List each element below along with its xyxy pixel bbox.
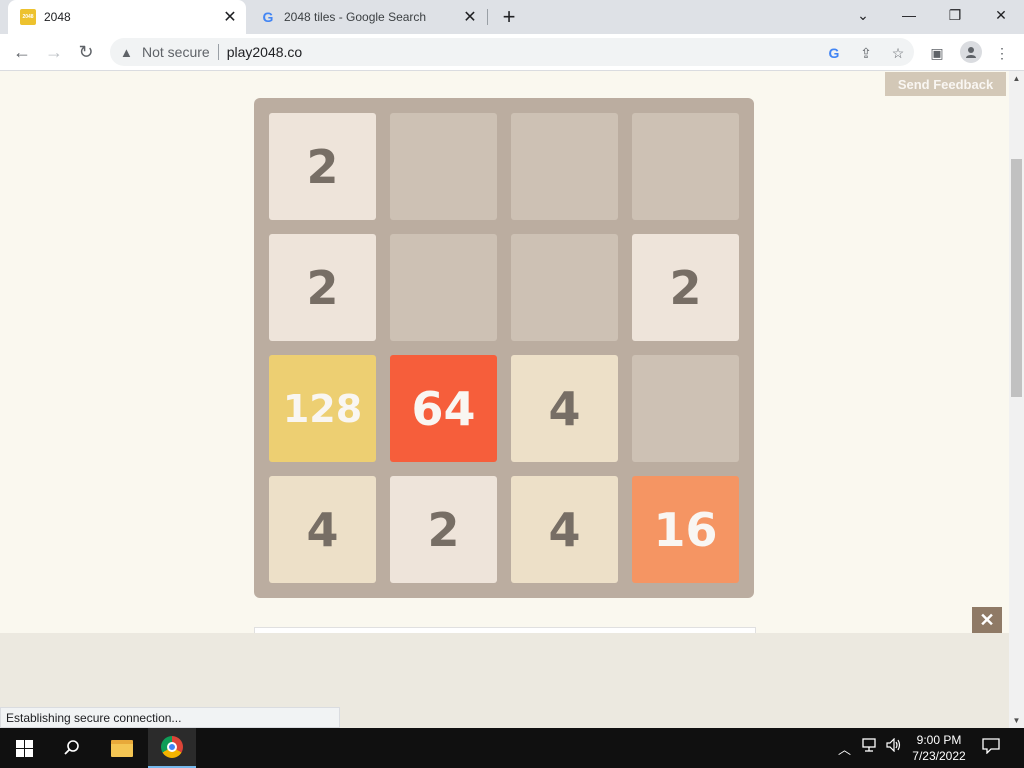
empty-cell xyxy=(511,234,618,341)
share-icon[interactable]: ⇪ xyxy=(857,44,875,62)
network-icon[interactable] xyxy=(862,738,878,755)
notifications-icon[interactable] xyxy=(982,738,1000,757)
show-hidden-icons-icon[interactable]: ︿ xyxy=(838,739,851,758)
windows-logo-icon xyxy=(15,739,33,757)
tab-google-search[interactable]: G 2048 tiles - Google Search ✕ xyxy=(250,0,486,34)
chrome-icon xyxy=(161,736,183,758)
menu-kebab-icon[interactable]: ⋮ xyxy=(993,44,1011,62)
scroll-up-arrow-icon[interactable]: ▲ xyxy=(1009,71,1024,86)
chrome-taskbar-button[interactable] xyxy=(148,728,196,768)
bookmark-star-icon[interactable]: ☆ xyxy=(889,44,907,62)
game-board[interactable]: 2 2 2 128 64 4 4 2 4 16 xyxy=(254,98,754,598)
send-feedback-button[interactable]: Send Feedback xyxy=(885,72,1006,96)
restore-button[interactable]: ❐ xyxy=(932,0,978,30)
tab-strip: 2048 2048 ✕ G 2048 tiles - Google Search… xyxy=(0,0,1024,34)
google-lens-icon[interactable]: G xyxy=(825,44,843,62)
empty-cell xyxy=(511,113,618,220)
tile-2: 2 xyxy=(632,234,739,341)
url-text[interactable]: play2048.co xyxy=(227,44,303,60)
side-panel-icon[interactable]: ▣ xyxy=(928,44,946,62)
close-window-button[interactable]: ✕ xyxy=(978,0,1024,30)
2048-favicon-icon: 2048 xyxy=(20,9,36,25)
tile-4: 4 xyxy=(511,476,618,583)
folder-icon xyxy=(111,739,133,757)
search-button[interactable] xyxy=(48,728,96,768)
scroll-thumb[interactable] xyxy=(1011,159,1022,397)
tab-separator xyxy=(487,9,488,25)
tile-4: 4 xyxy=(511,355,618,462)
tile-128: 128 xyxy=(269,355,376,462)
browser-toolbar: ← → ↻ ▲ Not secure play2048.co G ⇪ ☆ ▣ ⋮ xyxy=(0,34,1024,71)
tab-search-button[interactable]: ⌄ xyxy=(840,0,886,30)
warning-icon[interactable]: ▲ xyxy=(120,45,136,60)
tile-2: 2 xyxy=(390,476,497,583)
security-label[interactable]: Not secure xyxy=(142,44,210,60)
empty-cell xyxy=(632,355,739,462)
tile-2: 2 xyxy=(269,234,376,341)
google-favicon-icon: G xyxy=(262,9,274,25)
minimize-button[interactable]: — xyxy=(886,0,932,30)
empty-cell xyxy=(632,113,739,220)
address-bar[interactable]: ▲ Not secure play2048.co xyxy=(110,38,914,66)
tile-64: 64 xyxy=(390,355,497,462)
tab-close-icon[interactable]: ✕ xyxy=(462,9,478,26)
tab-close-icon[interactable]: ✕ xyxy=(222,9,238,26)
file-explorer-button[interactable] xyxy=(98,728,146,768)
omnibox-separator xyxy=(217,44,219,60)
profile-avatar-icon[interactable] xyxy=(960,41,982,63)
tile-16: 16 xyxy=(632,476,739,583)
start-button[interactable] xyxy=(0,728,48,768)
tab-2048[interactable]: 2048 2048 ✕ xyxy=(8,0,246,34)
back-button[interactable]: ← xyxy=(8,38,36,66)
tab-title: 2048 tiles - Google Search xyxy=(284,10,427,24)
new-tab-button[interactable]: + xyxy=(496,4,522,30)
forward-button[interactable]: → xyxy=(40,38,68,66)
clock-date: 7/23/2022 xyxy=(912,749,966,763)
empty-cell xyxy=(390,234,497,341)
empty-cell xyxy=(390,113,497,220)
system-clock[interactable]: 9:00 PM 7/23/2022 xyxy=(908,732,970,766)
clock-time: 9:00 PM xyxy=(916,733,962,747)
reload-button[interactable]: ↻ xyxy=(72,38,100,66)
tile-2: 2 xyxy=(269,113,376,220)
tile-4: 4 xyxy=(269,476,376,583)
volume-icon[interactable] xyxy=(886,737,902,755)
status-bubble: Establishing secure connection... xyxy=(0,707,340,728)
windows-taskbar: ︿ 9:00 PM 7/23/2022 xyxy=(0,728,1024,768)
close-ad-button[interactable]: ✕ xyxy=(972,607,1002,633)
page-scrollbar[interactable]: ▲ ▼ xyxy=(1009,71,1024,728)
scroll-down-arrow-icon[interactable]: ▼ xyxy=(1009,713,1024,728)
page-viewport: Send Feedback 2 2 2 128 64 4 4 2 4 16 ✕ xyxy=(0,71,1009,633)
search-icon xyxy=(64,740,79,755)
tab-title: 2048 xyxy=(44,10,71,24)
